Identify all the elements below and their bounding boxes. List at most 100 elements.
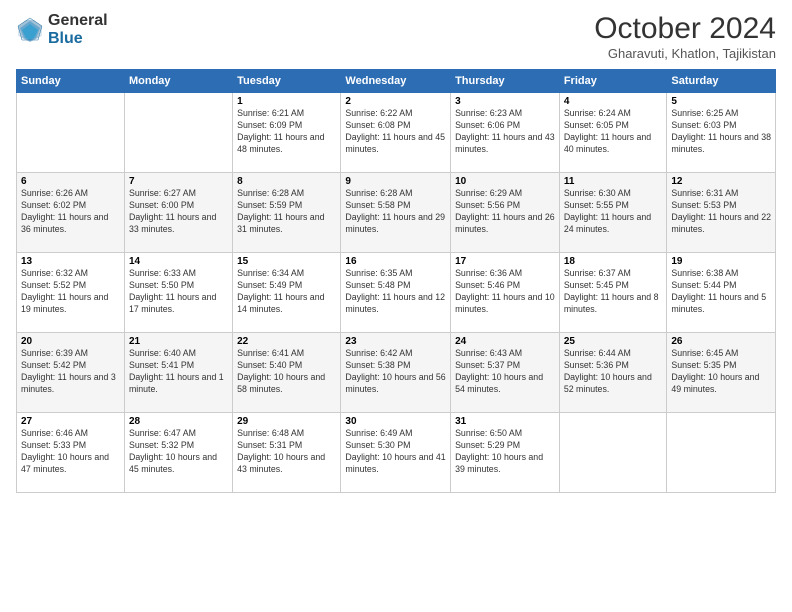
day-info: Sunrise: 6:50 AM Sunset: 5:29 PM Dayligh… [455, 428, 555, 476]
calendar-cell: 17Sunrise: 6:36 AM Sunset: 5:46 PM Dayli… [451, 253, 560, 333]
day-info: Sunrise: 6:31 AM Sunset: 5:53 PM Dayligh… [671, 188, 771, 236]
calendar-table: SundayMondayTuesdayWednesdayThursdayFrid… [16, 69, 776, 493]
day-number: 26 [671, 336, 771, 347]
calendar-cell [667, 413, 776, 493]
page: General Blue October 2024 Gharavuti, Kha… [0, 0, 792, 612]
calendar-week-3: 13Sunrise: 6:32 AM Sunset: 5:52 PM Dayli… [17, 253, 776, 333]
day-number: 10 [455, 176, 555, 187]
calendar-week-1: 1Sunrise: 6:21 AM Sunset: 6:09 PM Daylig… [17, 93, 776, 173]
day-number: 12 [671, 176, 771, 187]
calendar-cell: 6Sunrise: 6:26 AM Sunset: 6:02 PM Daylig… [17, 173, 125, 253]
calendar-cell: 3Sunrise: 6:23 AM Sunset: 6:06 PM Daylig… [451, 93, 560, 173]
day-info: Sunrise: 6:27 AM Sunset: 6:00 PM Dayligh… [129, 188, 228, 236]
calendar-cell: 23Sunrise: 6:42 AM Sunset: 5:38 PM Dayli… [341, 333, 451, 413]
header: General Blue October 2024 Gharavuti, Kha… [16, 12, 776, 61]
calendar-header-row: SundayMondayTuesdayWednesdayThursdayFrid… [17, 70, 776, 93]
day-info: Sunrise: 6:23 AM Sunset: 6:06 PM Dayligh… [455, 108, 555, 156]
day-number: 3 [455, 96, 555, 107]
calendar-cell: 5Sunrise: 6:25 AM Sunset: 6:03 PM Daylig… [667, 93, 776, 173]
calendar-cell: 28Sunrise: 6:47 AM Sunset: 5:32 PM Dayli… [124, 413, 232, 493]
calendar-cell: 22Sunrise: 6:41 AM Sunset: 5:40 PM Dayli… [233, 333, 341, 413]
day-number: 9 [345, 176, 446, 187]
calendar-cell: 12Sunrise: 6:31 AM Sunset: 5:53 PM Dayli… [667, 173, 776, 253]
day-info: Sunrise: 6:43 AM Sunset: 5:37 PM Dayligh… [455, 348, 555, 396]
day-info: Sunrise: 6:49 AM Sunset: 5:30 PM Dayligh… [345, 428, 446, 476]
day-info: Sunrise: 6:36 AM Sunset: 5:46 PM Dayligh… [455, 268, 555, 316]
calendar-week-2: 6Sunrise: 6:26 AM Sunset: 6:02 PM Daylig… [17, 173, 776, 253]
calendar-cell [17, 93, 125, 173]
logo-general-text: General [48, 12, 108, 30]
day-number: 27 [21, 416, 120, 427]
day-info: Sunrise: 6:26 AM Sunset: 6:02 PM Dayligh… [21, 188, 120, 236]
calendar-cell: 18Sunrise: 6:37 AM Sunset: 5:45 PM Dayli… [559, 253, 667, 333]
calendar-cell: 16Sunrise: 6:35 AM Sunset: 5:48 PM Dayli… [341, 253, 451, 333]
day-info: Sunrise: 6:29 AM Sunset: 5:56 PM Dayligh… [455, 188, 555, 236]
day-number: 25 [564, 336, 663, 347]
day-number: 21 [129, 336, 228, 347]
day-number: 16 [345, 256, 446, 267]
day-number: 30 [345, 416, 446, 427]
logo-icon [16, 16, 44, 44]
calendar-cell [559, 413, 667, 493]
calendar-cell: 24Sunrise: 6:43 AM Sunset: 5:37 PM Dayli… [451, 333, 560, 413]
weekday-header-tuesday: Tuesday [233, 70, 341, 93]
day-info: Sunrise: 6:24 AM Sunset: 6:05 PM Dayligh… [564, 108, 663, 156]
day-info: Sunrise: 6:28 AM Sunset: 5:58 PM Dayligh… [345, 188, 446, 236]
day-number: 2 [345, 96, 446, 107]
calendar-cell: 30Sunrise: 6:49 AM Sunset: 5:30 PM Dayli… [341, 413, 451, 493]
day-info: Sunrise: 6:45 AM Sunset: 5:35 PM Dayligh… [671, 348, 771, 396]
calendar-cell: 15Sunrise: 6:34 AM Sunset: 5:49 PM Dayli… [233, 253, 341, 333]
day-info: Sunrise: 6:38 AM Sunset: 5:44 PM Dayligh… [671, 268, 771, 316]
calendar-cell: 27Sunrise: 6:46 AM Sunset: 5:33 PM Dayli… [17, 413, 125, 493]
day-number: 14 [129, 256, 228, 267]
day-number: 13 [21, 256, 120, 267]
day-info: Sunrise: 6:40 AM Sunset: 5:41 PM Dayligh… [129, 348, 228, 396]
weekday-header-saturday: Saturday [667, 70, 776, 93]
location: Gharavuti, Khatlon, Tajikistan [594, 46, 776, 61]
day-number: 4 [564, 96, 663, 107]
day-info: Sunrise: 6:47 AM Sunset: 5:32 PM Dayligh… [129, 428, 228, 476]
calendar-cell: 7Sunrise: 6:27 AM Sunset: 6:00 PM Daylig… [124, 173, 232, 253]
weekday-header-sunday: Sunday [17, 70, 125, 93]
calendar-cell: 11Sunrise: 6:30 AM Sunset: 5:55 PM Dayli… [559, 173, 667, 253]
calendar-cell: 13Sunrise: 6:32 AM Sunset: 5:52 PM Dayli… [17, 253, 125, 333]
day-number: 24 [455, 336, 555, 347]
day-info: Sunrise: 6:37 AM Sunset: 5:45 PM Dayligh… [564, 268, 663, 316]
day-info: Sunrise: 6:33 AM Sunset: 5:50 PM Dayligh… [129, 268, 228, 316]
calendar-cell: 1Sunrise: 6:21 AM Sunset: 6:09 PM Daylig… [233, 93, 341, 173]
day-number: 23 [345, 336, 446, 347]
calendar-cell: 4Sunrise: 6:24 AM Sunset: 6:05 PM Daylig… [559, 93, 667, 173]
logo-text: General Blue [48, 12, 108, 47]
weekday-header-thursday: Thursday [451, 70, 560, 93]
day-info: Sunrise: 6:21 AM Sunset: 6:09 PM Dayligh… [237, 108, 336, 156]
calendar-cell: 31Sunrise: 6:50 AM Sunset: 5:29 PM Dayli… [451, 413, 560, 493]
calendar-week-4: 20Sunrise: 6:39 AM Sunset: 5:42 PM Dayli… [17, 333, 776, 413]
calendar-cell: 8Sunrise: 6:28 AM Sunset: 5:59 PM Daylig… [233, 173, 341, 253]
title-section: October 2024 Gharavuti, Khatlon, Tajikis… [594, 12, 776, 61]
day-info: Sunrise: 6:39 AM Sunset: 5:42 PM Dayligh… [21, 348, 120, 396]
calendar-cell: 21Sunrise: 6:40 AM Sunset: 5:41 PM Dayli… [124, 333, 232, 413]
weekday-header-monday: Monday [124, 70, 232, 93]
calendar-cell: 25Sunrise: 6:44 AM Sunset: 5:36 PM Dayli… [559, 333, 667, 413]
calendar-cell: 2Sunrise: 6:22 AM Sunset: 6:08 PM Daylig… [341, 93, 451, 173]
day-number: 7 [129, 176, 228, 187]
day-info: Sunrise: 6:41 AM Sunset: 5:40 PM Dayligh… [237, 348, 336, 396]
weekday-header-wednesday: Wednesday [341, 70, 451, 93]
day-info: Sunrise: 6:32 AM Sunset: 5:52 PM Dayligh… [21, 268, 120, 316]
day-number: 17 [455, 256, 555, 267]
day-number: 11 [564, 176, 663, 187]
calendar-cell: 10Sunrise: 6:29 AM Sunset: 5:56 PM Dayli… [451, 173, 560, 253]
day-number: 19 [671, 256, 771, 267]
day-number: 15 [237, 256, 336, 267]
day-info: Sunrise: 6:25 AM Sunset: 6:03 PM Dayligh… [671, 108, 771, 156]
calendar-cell: 26Sunrise: 6:45 AM Sunset: 5:35 PM Dayli… [667, 333, 776, 413]
day-info: Sunrise: 6:35 AM Sunset: 5:48 PM Dayligh… [345, 268, 446, 316]
calendar-week-5: 27Sunrise: 6:46 AM Sunset: 5:33 PM Dayli… [17, 413, 776, 493]
calendar-cell: 19Sunrise: 6:38 AM Sunset: 5:44 PM Dayli… [667, 253, 776, 333]
logo-blue-text: Blue [48, 30, 108, 48]
day-info: Sunrise: 6:30 AM Sunset: 5:55 PM Dayligh… [564, 188, 663, 236]
day-number: 22 [237, 336, 336, 347]
calendar-cell [124, 93, 232, 173]
day-number: 31 [455, 416, 555, 427]
day-number: 28 [129, 416, 228, 427]
